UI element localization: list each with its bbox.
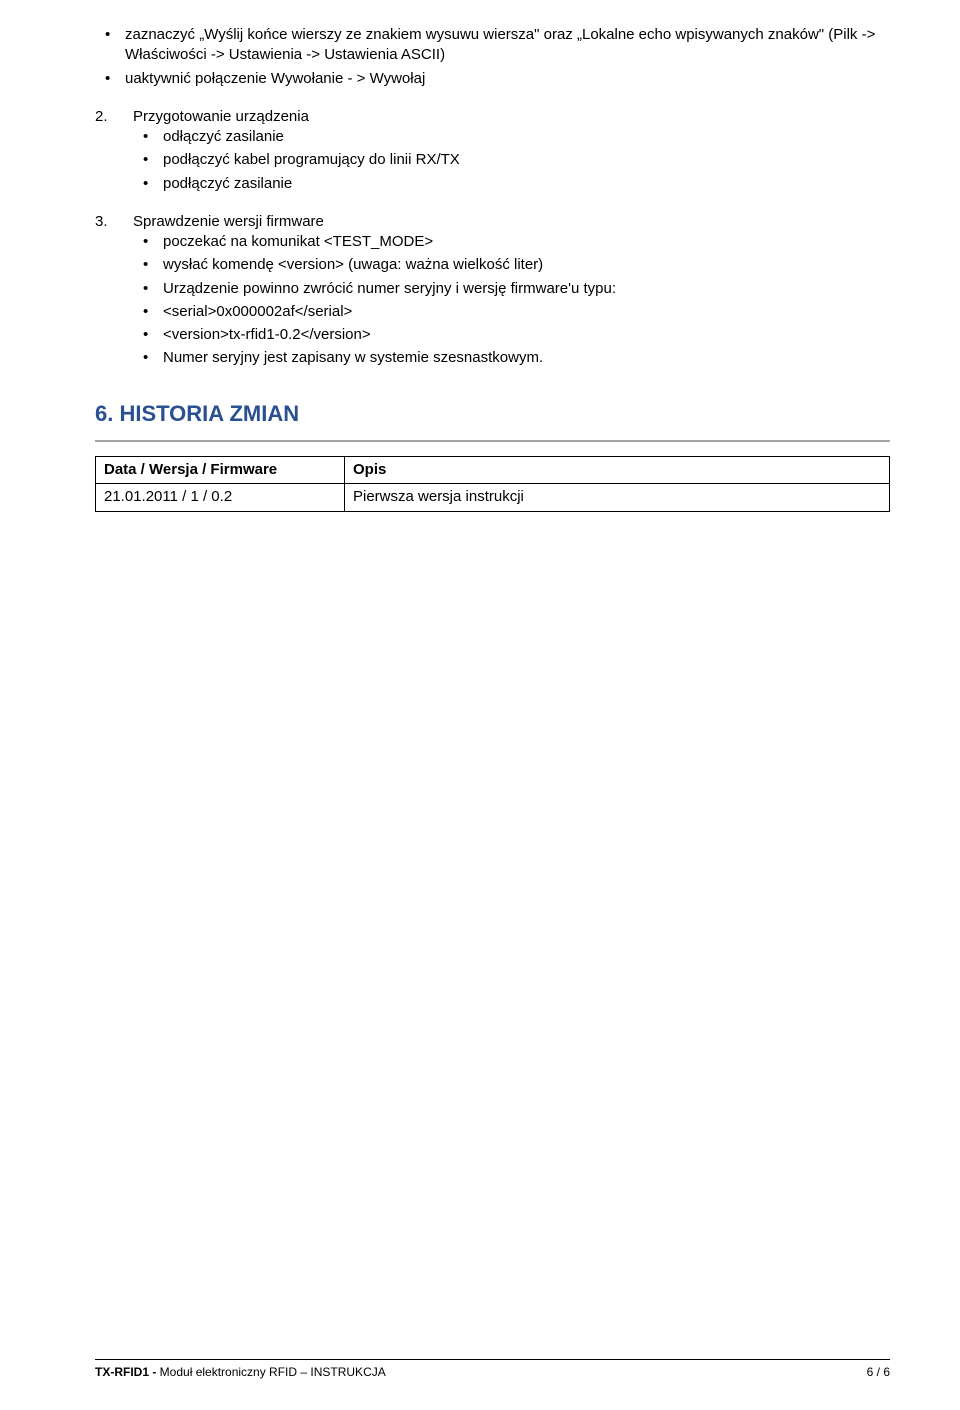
section-2-block: 2. Przygotowanie urządzenia odłączyć zas… — [95, 107, 890, 194]
page: zaznaczyć „Wyślij końce wierszy ze znaki… — [0, 0, 960, 1410]
footer-left: TX-RFID1 - Moduł elektroniczny RFID – IN… — [95, 1364, 386, 1380]
numbered-heading: 3. Sprawdzenie wersji firmware — [95, 212, 890, 232]
list-item: <version>tx-rfid1-0.2</version> — [95, 325, 890, 345]
section-2-bullets: odłączyć zasilanie podłączyć kabel progr… — [95, 127, 890, 194]
table-header-cell: Opis — [345, 457, 890, 484]
section-3-block: 3. Sprawdzenie wersji firmware poczekać … — [95, 212, 890, 369]
footer-title-rest: Moduł elektroniczny RFID – INSTRUKCJA — [160, 1365, 386, 1379]
section-3-bullets: poczekać na komunikat <TEST_MODE> wysłać… — [95, 232, 890, 369]
list-item: Urządzenie powinno zwrócić numer seryjny… — [95, 279, 890, 299]
section-title: Przygotowanie urządzenia — [133, 107, 890, 127]
table-cell: 21.01.2011 / 1 / 0.2 — [96, 484, 345, 511]
list-item: podłączyć kabel programujący do linii RX… — [95, 150, 890, 170]
section-title: Sprawdzenie wersji firmware — [133, 212, 890, 232]
heading-rule — [95, 440, 890, 442]
footer-page-number: 6 / 6 — [867, 1364, 890, 1380]
list-item: wysłać komendę <version> (uwaga: ważna w… — [95, 255, 890, 275]
history-heading: 6. HISTORIA ZMIAN — [95, 399, 890, 429]
list-item: Numer seryjny jest zapisany w systemie s… — [95, 348, 890, 368]
section-number: 3. — [95, 212, 133, 232]
page-footer: TX-RFID1 - Moduł elektroniczny RFID – IN… — [95, 1353, 890, 1380]
numbered-heading: 2. Przygotowanie urządzenia — [95, 107, 890, 127]
section-number: 2. — [95, 107, 133, 127]
list-item: zaznaczyć „Wyślij końce wierszy ze znaki… — [95, 25, 890, 66]
list-item: odłączyć zasilanie — [95, 127, 890, 147]
table-cell: Pierwsza wersja instrukcji — [345, 484, 890, 511]
footer-rule — [95, 1359, 890, 1360]
table-header-cell: Data / Wersja / Firmware — [96, 457, 345, 484]
footer-title-bold: TX-RFID1 - — [95, 1365, 160, 1379]
list-item: poczekać na komunikat <TEST_MODE> — [95, 232, 890, 252]
table-header-row: Data / Wersja / Firmware Opis — [96, 457, 890, 484]
top-bullet-list: zaznaczyć „Wyślij końce wierszy ze znaki… — [95, 25, 890, 89]
list-item: uaktywnić połączenie Wywołanie - > Wywoł… — [95, 69, 890, 89]
list-item: podłączyć zasilanie — [95, 174, 890, 194]
list-item: <serial>0x000002af</serial> — [95, 302, 890, 322]
footer-row: TX-RFID1 - Moduł elektroniczny RFID – IN… — [95, 1364, 890, 1380]
history-table: Data / Wersja / Firmware Opis 21.01.2011… — [95, 456, 890, 512]
table-row: 21.01.2011 / 1 / 0.2 Pierwsza wersja ins… — [96, 484, 890, 511]
